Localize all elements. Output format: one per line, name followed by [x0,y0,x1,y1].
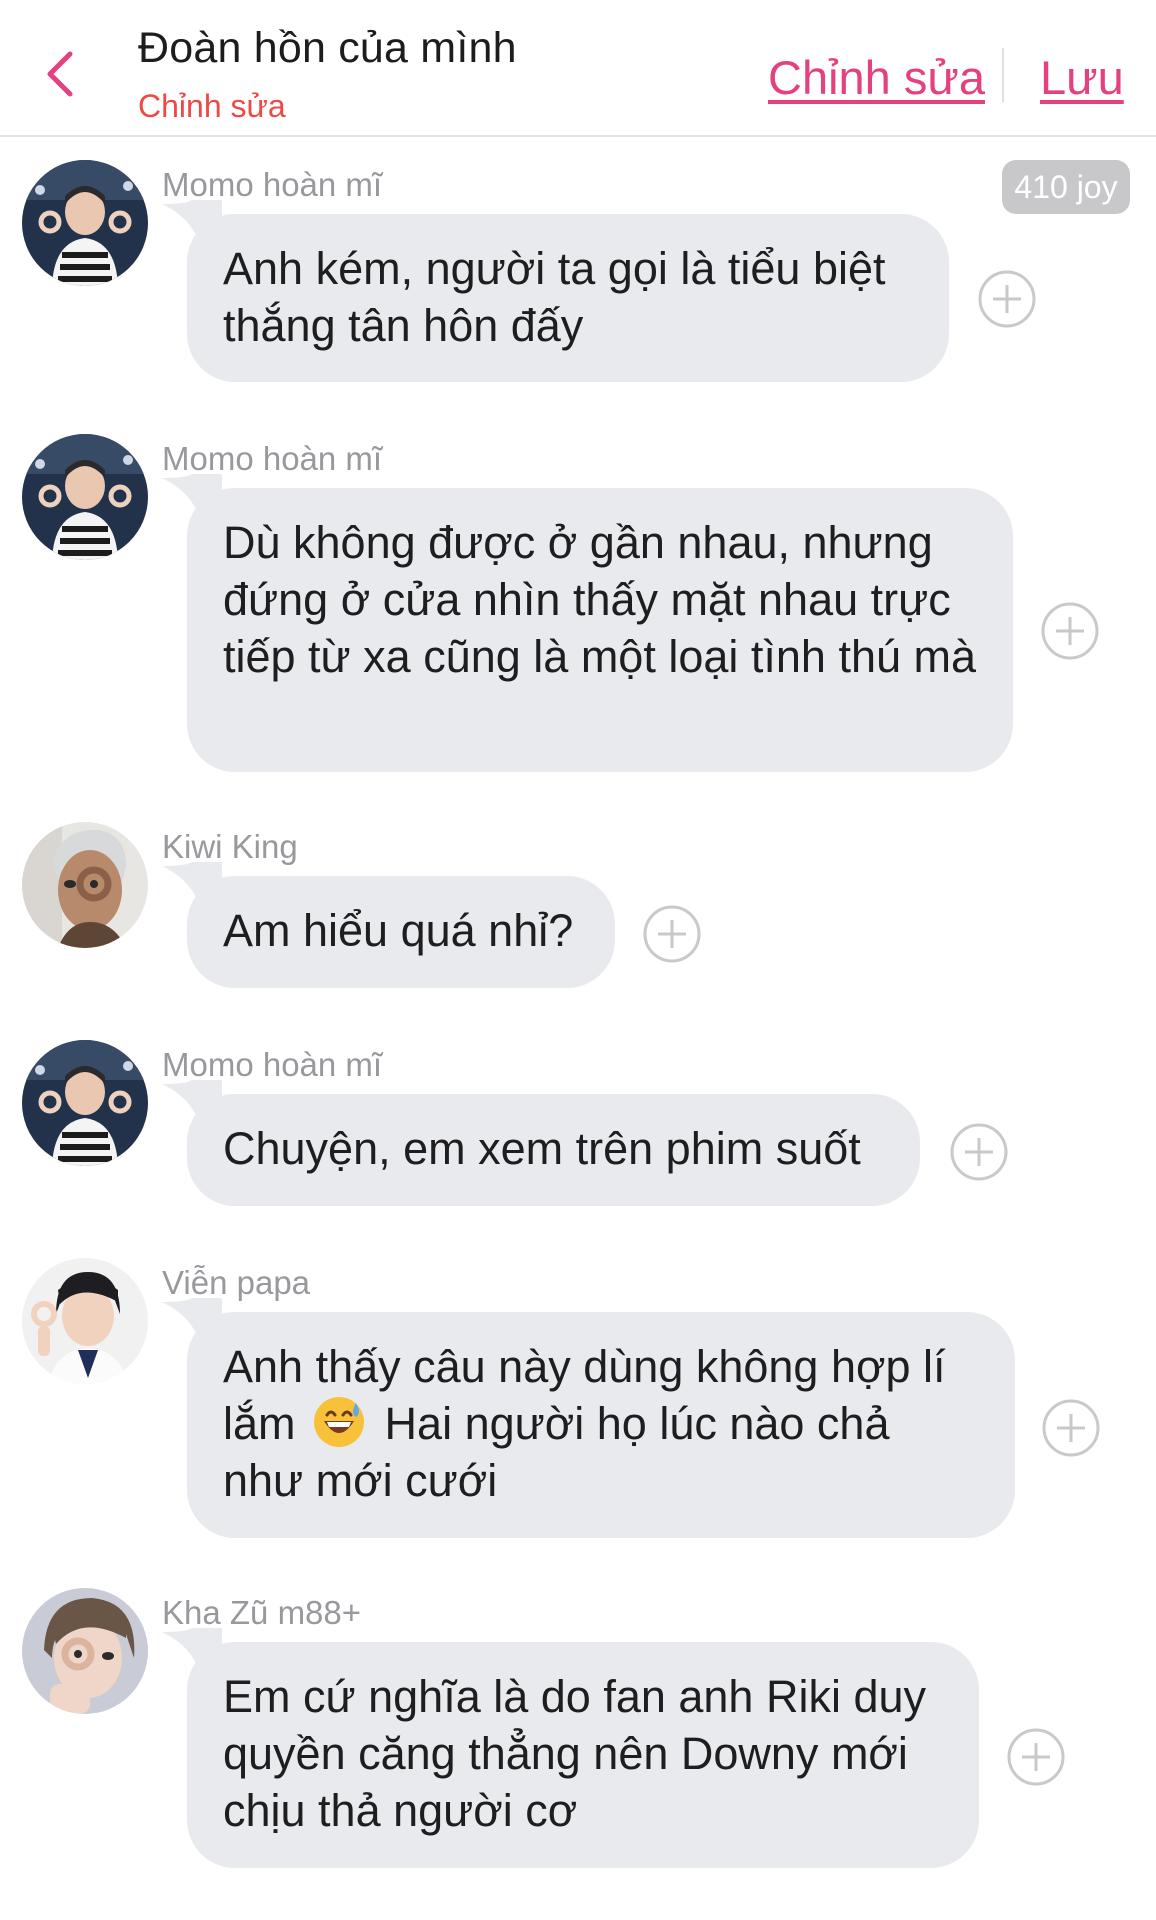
author-name: Kiwi King [162,828,298,865]
chevron-left-icon[interactable] [40,46,80,102]
add-reaction-icon[interactable] [1042,1399,1100,1457]
joy-badge: 410 joy [1002,160,1130,214]
message-bubble[interactable]: Chuyện, em xem trên phim suốt [187,1094,920,1206]
message-bubble[interactable]: Dù không được ở gần nhau, nhưng đứng ở c… [187,488,1013,772]
edit-button[interactable]: Chỉnh sửa [768,50,985,105]
page-subtitle: Chỉnh sửa [138,88,286,124]
author-name: Kha Zũ m88+ [162,1594,362,1631]
avatar[interactable] [22,1258,148,1384]
message-bubble[interactable]: Am hiểu quá nhỉ? [187,876,615,988]
author-name: Momo hoàn mĩ [162,166,383,203]
save-button[interactable]: Lưu [1040,50,1124,105]
avatar[interactable] [22,434,148,560]
avatar[interactable] [22,1040,148,1166]
author-name: Momo hoàn mĩ [162,440,383,477]
add-reaction-icon[interactable] [1041,602,1099,660]
message-bubble[interactable]: Anh thấy câu này dùng không hợp lí lắm H… [187,1312,1015,1538]
avatar[interactable] [22,822,148,948]
add-reaction-icon[interactable] [978,270,1036,328]
grinning-sweat-emoji-icon [314,1397,365,1447]
avatar[interactable] [22,160,148,286]
page-title: Đoàn hồn của mình [138,24,517,72]
author-name: Viễn papa [162,1264,311,1301]
top-bar: Đoàn hồn của mình Chỉnh sửa Chỉnh sửa Lư… [0,0,1156,137]
add-reaction-icon[interactable] [1007,1728,1065,1786]
message-bubble[interactable]: Em cứ nghĩa là do fan anh Riki duy quyền… [187,1642,979,1868]
message-bubble[interactable]: Anh kém, người ta gọi là tiểu biệt thắng… [187,214,949,382]
add-reaction-icon[interactable] [950,1123,1008,1181]
add-reaction-icon[interactable] [643,905,701,963]
header-divider [1002,48,1004,102]
author-name: Momo hoàn mĩ [162,1046,383,1083]
avatar[interactable] [22,1588,148,1714]
